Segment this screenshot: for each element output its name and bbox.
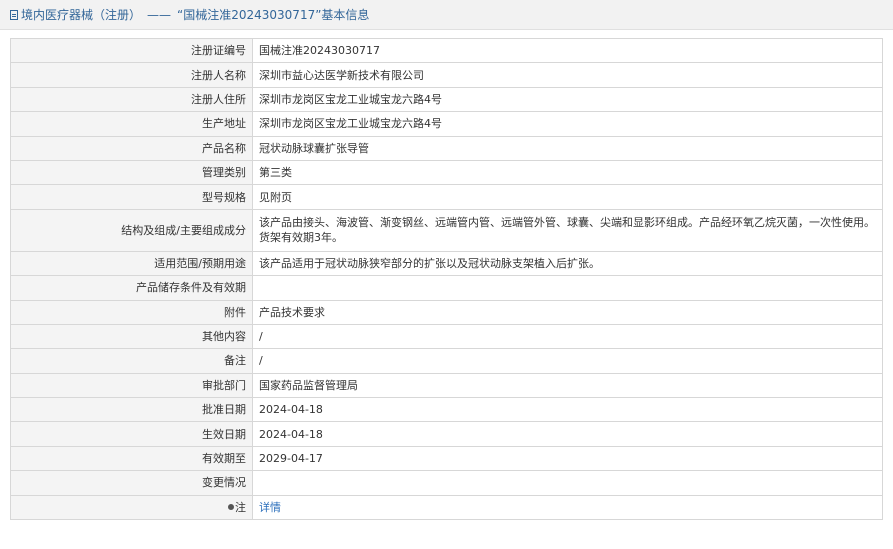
row-value: 2024-04-18	[252, 397, 883, 423]
row-label: 注册人名称	[10, 62, 253, 88]
row-value: 2024-04-18	[252, 421, 883, 447]
table-row: 生效日期 2024-04-18	[10, 421, 883, 447]
row-value: /	[252, 323, 883, 350]
table-row: 附件 产品技术要求	[10, 299, 883, 325]
table-row-note: 注 详情	[10, 494, 883, 521]
title-separator: ——	[147, 7, 172, 22]
row-label: 注册证编号	[10, 37, 253, 64]
row-value: 产品技术要求	[252, 299, 883, 325]
table-row: 注册证编号 国械注准20243030717	[10, 37, 883, 64]
row-value: 详情	[252, 494, 883, 521]
table-row: 变更情况	[10, 470, 883, 496]
row-label: 审批部门	[10, 372, 253, 399]
row-label: 有效期至	[10, 445, 253, 472]
note-label: 注	[235, 500, 246, 514]
row-label: 备注	[10, 348, 253, 374]
pin-icon	[228, 503, 234, 510]
row-label: 附件	[10, 299, 253, 325]
table-row: 注册人住所 深圳市龙岗区宝龙工业城宝龙六路4号	[10, 86, 883, 113]
table-row: 型号规格 见附页	[10, 184, 883, 210]
row-label: 变更情况	[10, 470, 253, 496]
info-container: 注册证编号 国械注准20243030717 注册人名称 深圳市益心达医学新技术有限公司…	[0, 30, 893, 521]
table-row: 适用范围/预期用途 该产品适用于冠状动脉狭窄部分的扩张以及冠状动脉支架植入后扩张。	[10, 250, 883, 277]
row-value: 见附页	[252, 184, 883, 210]
row-label: 其他内容	[10, 323, 253, 350]
row-value	[252, 470, 883, 496]
row-value: 冠状动脉球囊扩张导管	[252, 135, 883, 161]
document-icon	[10, 9, 18, 20]
row-label: 结构及组成/主要组成成分	[10, 208, 253, 252]
row-label: 适用范围/预期用途	[10, 250, 253, 277]
row-value: 国械注准20243030717	[252, 37, 883, 64]
page-category: 境内医疗器械（注册）	[21, 8, 142, 22]
table-row: 产品名称 冠状动脉球囊扩张导管	[10, 135, 883, 161]
row-value: /	[252, 348, 883, 374]
row-label: 产品储存条件及有效期	[10, 275, 253, 301]
table-row: 有效期至 2029-04-17	[10, 445, 883, 472]
row-value: 深圳市龙岗区宝龙工业城宝龙六路4号	[252, 111, 883, 137]
table-row: 批准日期 2024-04-18	[10, 397, 883, 423]
row-label: 生产地址	[10, 111, 253, 137]
row-value: 深圳市益心达医学新技术有限公司	[252, 62, 883, 88]
row-label: 生效日期	[10, 421, 253, 447]
table-row: 生产地址 深圳市龙岗区宝龙工业城宝龙六路4号	[10, 111, 883, 137]
page-title-bar: 境内医疗器械（注册） —— “国械注准20243030717”基本信息	[0, 0, 893, 30]
row-label: 注册人住所	[10, 86, 253, 113]
table-row: 注册人名称 深圳市益心达医学新技术有限公司	[10, 62, 883, 88]
info-table: 注册证编号 国械注准20243030717 注册人名称 深圳市益心达医学新技术有限公司…	[10, 37, 883, 521]
row-value: 第三类	[252, 159, 883, 186]
row-label: 批准日期	[10, 397, 253, 423]
table-row: 管理类别 第三类	[10, 159, 883, 186]
table-row: 备注 /	[10, 348, 883, 374]
table-row: 审批部门 国家药品监督管理局	[10, 372, 883, 399]
table-row: 结构及组成/主要组成成分 该产品由接头、海波管、渐变钢丝、远端管内管、远端管外管、…	[10, 208, 883, 252]
row-value	[252, 275, 883, 301]
row-label: 注	[10, 494, 253, 521]
row-label: 型号规格	[10, 184, 253, 210]
row-value: 该产品由接头、海波管、渐变钢丝、远端管内管、远端管外管、球囊、尖端和显影环组成。…	[252, 208, 883, 252]
row-value: 2029-04-17	[252, 445, 883, 472]
row-value: 国家药品监督管理局	[252, 372, 883, 399]
page-title: “国械注准20243030717”基本信息	[177, 8, 370, 22]
row-value: 该产品适用于冠状动脉狭窄部分的扩张以及冠状动脉支架植入后扩张。	[252, 250, 883, 277]
row-label: 产品名称	[10, 135, 253, 161]
row-value: 深圳市龙岗区宝龙工业城宝龙六路4号	[252, 86, 883, 113]
table-row: 其他内容 /	[10, 323, 883, 350]
row-label: 管理类别	[10, 159, 253, 186]
detail-link[interactable]: 详情	[259, 501, 281, 514]
table-row: 产品储存条件及有效期	[10, 275, 883, 301]
